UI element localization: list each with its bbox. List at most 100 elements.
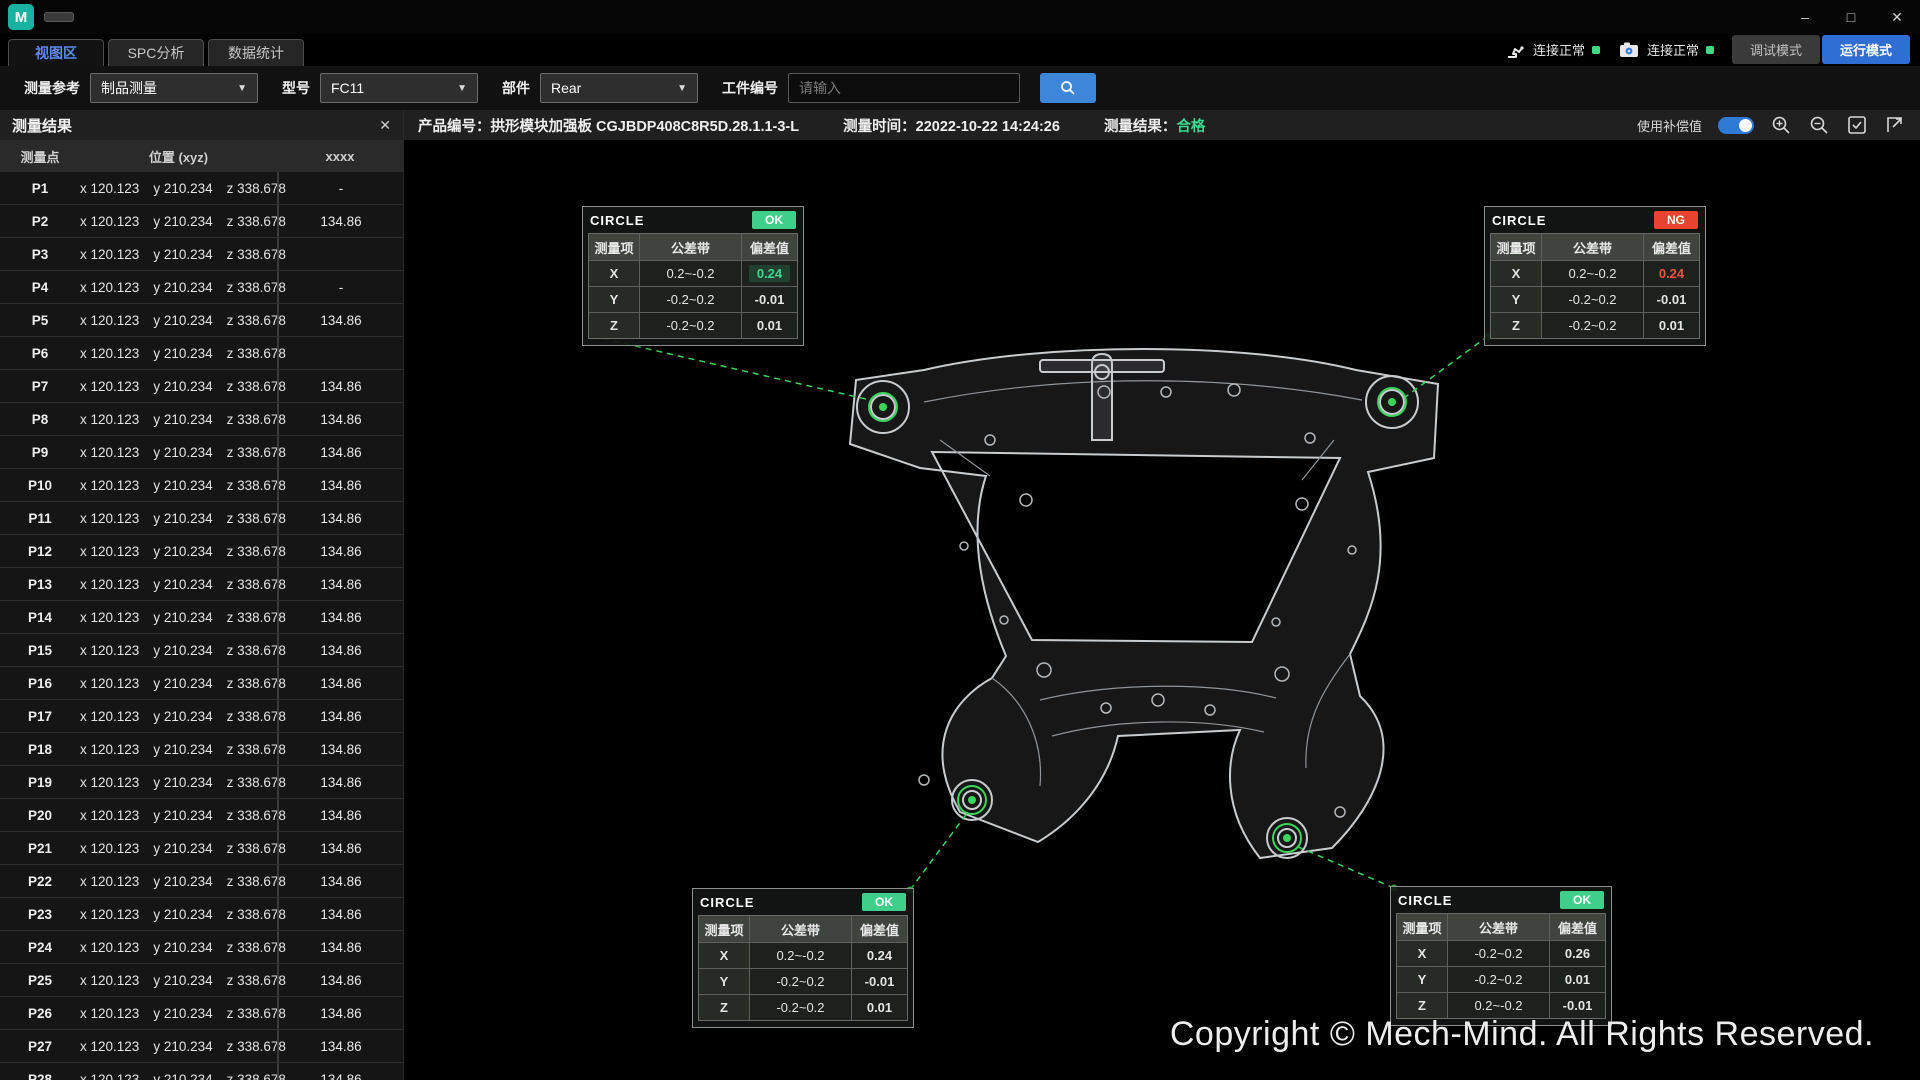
table-row[interactable]: P20 x 120.123 y 210.234 z 338.678 134.86: [0, 799, 403, 832]
table-row[interactable]: P4 x 120.123 y 210.234 z 338.678 -: [0, 271, 403, 304]
compensation-toggle[interactable]: [1718, 117, 1754, 134]
x-value: x 120.123: [80, 544, 139, 559]
table-row[interactable]: P11 x 120.123 y 210.234 z 338.678 134.86: [0, 502, 403, 535]
col-deviation: 偏差值: [851, 916, 907, 942]
table-row[interactable]: P22 x 120.123 y 210.234 z 338.678 134.86: [0, 865, 403, 898]
mode-switch: 调试模式 运行模式: [1732, 35, 1910, 64]
table-row[interactable]: P6 x 120.123 y 210.234 z 338.678: [0, 337, 403, 370]
x-value: x 120.123: [80, 412, 139, 427]
deviation-value: 0.01: [851, 994, 907, 1020]
x-value: x 120.123: [80, 478, 139, 493]
x-value: x 120.123: [80, 841, 139, 856]
viewport: 产品编号：拱形模块加强板 CGJBDP408C8R5D.28.1.1-3-L 测…: [404, 110, 1920, 1080]
table-row[interactable]: P5 x 120.123 y 210.234 z 338.678 134.86: [0, 304, 403, 337]
table-row[interactable]: P25 x 120.123 y 210.234 z 338.678 134.86: [0, 964, 403, 997]
table-row[interactable]: P26 x 120.123 y 210.234 z 338.678 134.86: [0, 997, 403, 1030]
y-value: y 210.234: [153, 577, 212, 592]
table-row[interactable]: P13 x 120.123 y 210.234 z 338.678 134.86: [0, 568, 403, 601]
menu-item[interactable]: [44, 12, 74, 22]
minimize-button[interactable]: –: [1782, 0, 1828, 34]
callout-table: 测量项 公差带 偏差值 X 0.2~-0.2 0.24 Y: [588, 233, 798, 339]
point-id: P2: [0, 214, 80, 229]
tab-bar: 视图区 SPC分析 数据统计 连接正常 连接正常 调试模式 运行模式: [0, 34, 1920, 66]
table-row[interactable]: P15 x 120.123 y 210.234 z 338.678 134.86: [0, 634, 403, 667]
debug-mode-button[interactable]: 调试模式: [1732, 35, 1820, 64]
app-window: M – □ ✕ 视图区 SPC分析 数据统计 连接正常: [0, 0, 1920, 1080]
point-measure-value: 134.86: [277, 865, 403, 897]
point-measure-value: 134.86: [277, 370, 403, 402]
table-row[interactable]: P2 x 120.123 y 210.234 z 338.678 134.86: [0, 205, 403, 238]
table-row[interactable]: P16 x 120.123 y 210.234 z 338.678 134.86: [0, 667, 403, 700]
fit-view-icon[interactable]: [1846, 114, 1868, 136]
tab-data-statistics[interactable]: 数据统计: [208, 39, 304, 66]
tolerance-value: 0.2~-0.2: [1541, 260, 1643, 286]
point-id: P12: [0, 544, 80, 559]
point-id: P8: [0, 412, 80, 427]
point-id: P13: [0, 577, 80, 592]
menu-item[interactable]: [146, 13, 174, 21]
point-position: x 120.123 y 210.234 z 338.678: [80, 445, 277, 460]
point-position: x 120.123 y 210.234 z 338.678: [80, 544, 277, 559]
workpiece-input[interactable]: [788, 73, 1020, 103]
table-row[interactable]: P9 x 120.123 y 210.234 z 338.678 134.86: [0, 436, 403, 469]
zoom-out-icon[interactable]: [1808, 114, 1830, 136]
point-id: P26: [0, 1006, 80, 1021]
3d-canvas[interactable]: CIRCLE OK 测量项 公差带 偏差值 X 0: [404, 140, 1920, 1080]
search-icon: [1060, 80, 1076, 96]
table-row[interactable]: P21 x 120.123 y 210.234 z 338.678 134.86: [0, 832, 403, 865]
point-measure-value: 134.86: [277, 205, 403, 237]
callout-rows: X 0.2~-0.2 0.24 Y -0.2~0.2 -0.01 Z -0.2~…: [699, 942, 907, 1020]
zoom-in-icon[interactable]: [1770, 114, 1792, 136]
run-mode-button[interactable]: 运行模式: [1822, 35, 1910, 64]
table-row[interactable]: P3 x 120.123 y 210.234 z 338.678: [0, 238, 403, 271]
tolerance-value: -0.2~0.2: [1541, 312, 1643, 338]
column-value: xxxx: [277, 149, 403, 164]
point-position: x 120.123 y 210.234 z 338.678: [80, 412, 277, 427]
tab-spc-analysis[interactable]: SPC分析: [108, 39, 204, 66]
part-select[interactable]: Rear ▼: [540, 73, 698, 103]
part-label: 部件: [502, 78, 530, 98]
measure-ref-select[interactable]: 制品测量 ▼: [90, 73, 258, 103]
menu-item[interactable]: [96, 13, 124, 21]
maximize-button[interactable]: □: [1828, 0, 1874, 34]
table-row[interactable]: P7 x 120.123 y 210.234 z 338.678 134.86: [0, 370, 403, 403]
tab-view[interactable]: 视图区: [8, 39, 104, 66]
deviation-number: -0.01: [1563, 998, 1593, 1013]
table-row[interactable]: P18 x 120.123 y 210.234 z 338.678 134.86: [0, 733, 403, 766]
measure-result-label: 测量结果：: [1104, 119, 1177, 135]
table-row[interactable]: P24 x 120.123 y 210.234 z 338.678 134.86: [0, 931, 403, 964]
close-icon[interactable]: ✕: [379, 117, 391, 134]
close-button[interactable]: ✕: [1874, 0, 1920, 34]
table-row[interactable]: P14 x 120.123 y 210.234 z 338.678 134.86: [0, 601, 403, 634]
search-button[interactable]: [1040, 73, 1096, 103]
y-value: y 210.234: [153, 742, 212, 757]
table-row[interactable]: P19 x 120.123 y 210.234 z 338.678 134.86: [0, 766, 403, 799]
axis-label: X: [1397, 940, 1447, 966]
point-measure-value: 134.86: [277, 997, 403, 1029]
table-row[interactable]: P28 x 120.123 y 210.234 z 338.678 134.86: [0, 1063, 403, 1080]
point-id: P27: [0, 1039, 80, 1054]
callout-title: CIRCLE: [590, 213, 644, 228]
col-tolerance: 公差带: [1541, 234, 1643, 260]
table-row[interactable]: P10 x 120.123 y 210.234 z 338.678 134.86: [0, 469, 403, 502]
tolerance-value: -0.2~0.2: [1541, 286, 1643, 312]
chevron-down-icon: ▼: [457, 83, 467, 94]
table-row[interactable]: P1 x 120.123 y 210.234 z 338.678 -: [0, 172, 403, 205]
deviation-value: 0.26: [1549, 940, 1605, 966]
tolerance-value: -0.2~0.2: [1447, 966, 1549, 992]
y-value: y 210.234: [153, 1006, 212, 1021]
table-row[interactable]: P27 x 120.123 y 210.234 z 338.678 134.86: [0, 1030, 403, 1063]
table-row[interactable]: P23 x 120.123 y 210.234 z 338.678 134.86: [0, 898, 403, 931]
table-row[interactable]: P8 x 120.123 y 210.234 z 338.678 134.86: [0, 403, 403, 436]
fullscreen-icon[interactable]: [1884, 114, 1906, 136]
table-row[interactable]: P17 x 120.123 y 210.234 z 338.678 134.86: [0, 700, 403, 733]
menu-item[interactable]: [196, 13, 224, 21]
menu-item[interactable]: [246, 13, 274, 21]
point-id: P17: [0, 709, 80, 724]
point-position: x 120.123 y 210.234 z 338.678: [80, 379, 277, 394]
model-select[interactable]: FC11 ▼: [320, 73, 478, 103]
axis-label: Y: [1397, 966, 1447, 992]
col-item: 测量项: [589, 234, 639, 260]
table-row[interactable]: P12 x 120.123 y 210.234 z 338.678 134.86: [0, 535, 403, 568]
x-value: x 120.123: [80, 313, 139, 328]
